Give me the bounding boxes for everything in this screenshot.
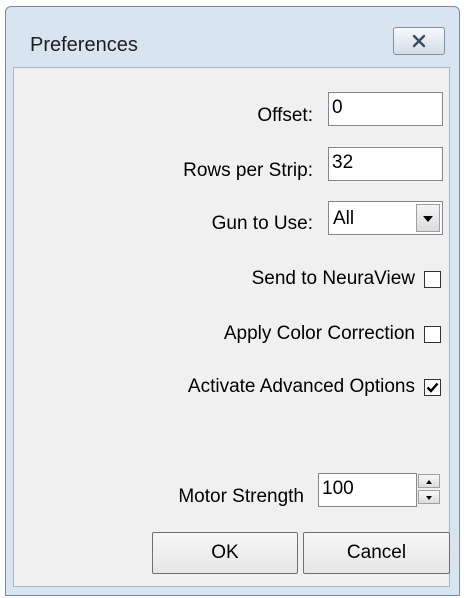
- title-bar[interactable]: Preferences: [6, 7, 459, 67]
- apply-color-correction-checkbox[interactable]: [424, 326, 441, 343]
- arrow-up-icon: [426, 480, 432, 484]
- send-to-neuraview-label: Send to NeuraView: [251, 268, 415, 289]
- gun-to-use-dropdown-button[interactable]: [416, 204, 440, 232]
- send-to-neuraview-checkbox[interactable]: [424, 271, 441, 288]
- motor-strength-decrement-button[interactable]: [418, 490, 440, 504]
- activate-advanced-options-label: Activate Advanced Options: [187, 376, 415, 397]
- motor-strength-value: 100: [322, 478, 354, 499]
- preferences-dialog: Preferences Offset: 0 Rows per Strip: 32…: [5, 6, 460, 596]
- close-button[interactable]: [393, 27, 445, 55]
- motor-strength-increment-button[interactable]: [418, 474, 440, 488]
- gun-to-use-label: Gun to Use:: [211, 213, 313, 234]
- rows-per-strip-input[interactable]: 32: [328, 147, 443, 181]
- activate-advanced-options-checkbox[interactable]: [424, 379, 441, 396]
- apply-color-correction-label: Apply Color Correction: [223, 323, 415, 344]
- close-icon: [412, 34, 426, 48]
- checkmark-icon: [426, 382, 439, 393]
- offset-input[interactable]: 0: [328, 92, 443, 126]
- ok-button[interactable]: OK: [152, 532, 298, 574]
- arrow-down-icon: [426, 496, 432, 500]
- motor-strength-input[interactable]: 100: [318, 473, 417, 507]
- cancel-button[interactable]: Cancel: [303, 532, 450, 574]
- chevron-down-icon: [423, 216, 433, 222]
- gun-to-use-value: All: [333, 208, 355, 229]
- gun-to-use-select[interactable]: All: [328, 201, 443, 235]
- rows-per-strip-label: Rows per Strip:: [183, 160, 313, 181]
- dialog-title: Preferences: [30, 34, 138, 56]
- offset-label: Offset:: [257, 105, 313, 126]
- dialog-body: Offset: 0 Rows per Strip: 32 Gun to Use:…: [13, 67, 450, 587]
- motor-strength-label: Motor Strength: [178, 486, 304, 507]
